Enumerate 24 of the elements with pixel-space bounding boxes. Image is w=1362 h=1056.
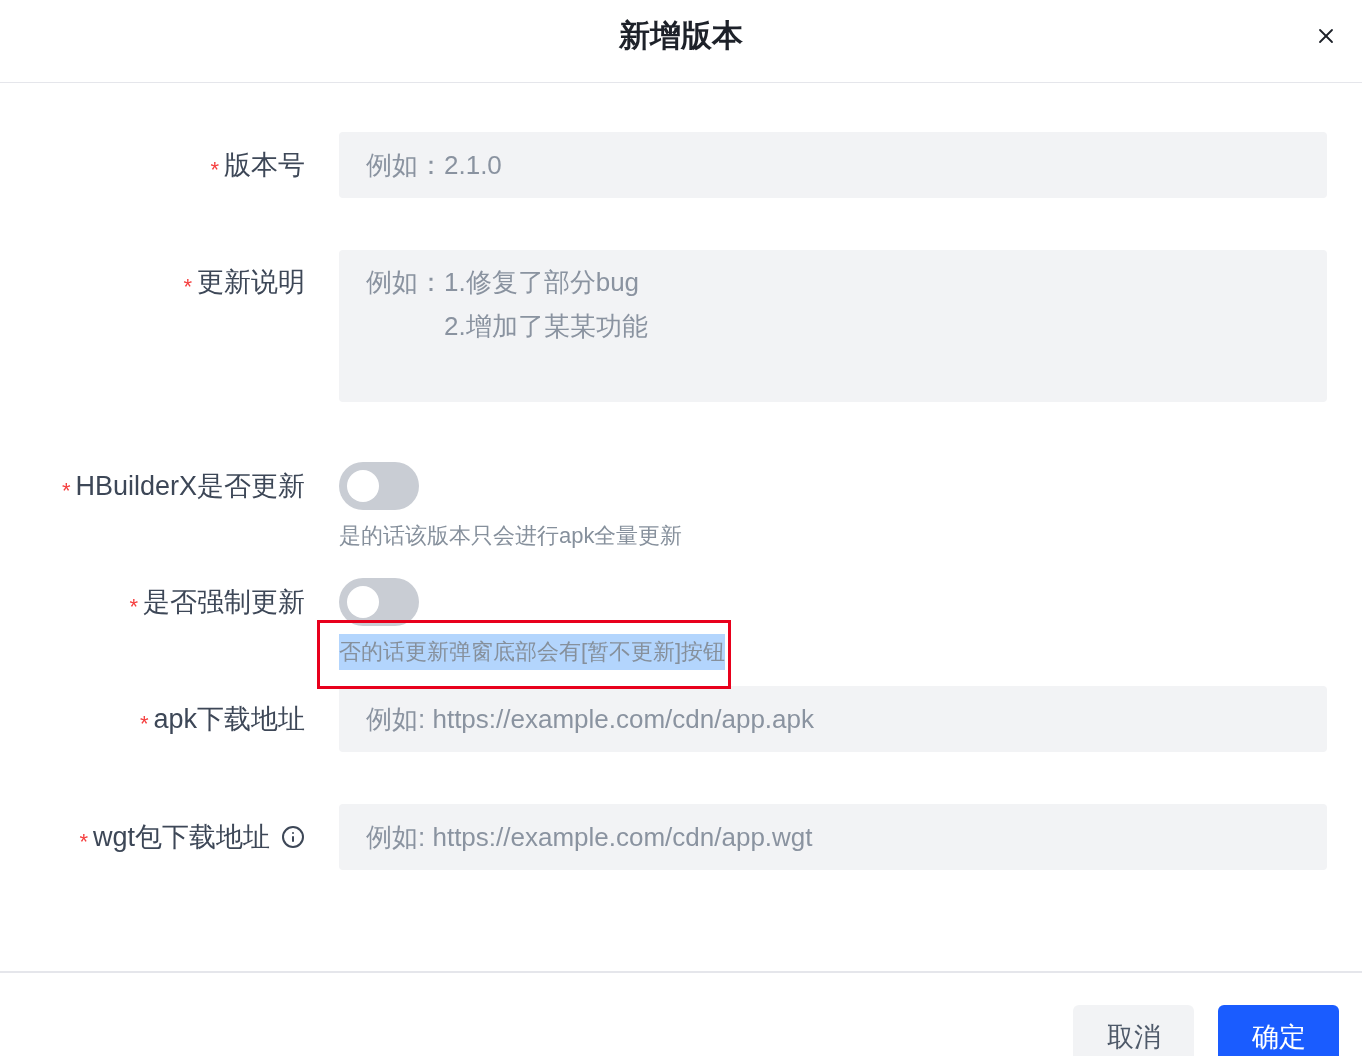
- toggle-switch[interactable]: [339, 462, 419, 510]
- textarea-input[interactable]: 例如：1.修复了部分bug 2.增加了某某功能: [339, 250, 1327, 402]
- dialog-title: 新增版本: [619, 17, 743, 55]
- field-label: 版本号: [224, 149, 305, 182]
- required-asterisk: *: [183, 276, 192, 298]
- required-asterisk: *: [79, 831, 88, 853]
- required-asterisk: *: [61, 480, 71, 502]
- hint-text: 否的话更新弹窗底部会有[暂不更新]按钮: [339, 634, 726, 670]
- text-input[interactable]: 例如: https://example.com/cdn/app.wgt: [339, 804, 1327, 870]
- required-asterisk: *: [210, 159, 219, 181]
- field-label: HBuilderX是否更新: [75, 470, 305, 503]
- toggle-switch[interactable]: [339, 578, 419, 626]
- field-label: 更新说明: [197, 266, 305, 299]
- cancel-button[interactable]: 取消: [1073, 1005, 1194, 1056]
- text-input[interactable]: 例如: https://example.com/cdn/app.apk: [339, 686, 1327, 752]
- info-icon[interactable]: [281, 825, 305, 849]
- hint-text: 是的话该版本只会进行apk全量更新: [339, 522, 683, 550]
- text-input[interactable]: 例如：2.1.0: [339, 132, 1327, 198]
- field-label: wgt包下载地址: [92, 821, 270, 854]
- field-label: 是否强制更新: [143, 586, 305, 619]
- field-label: apk下载地址: [153, 703, 305, 736]
- required-asterisk: *: [129, 596, 138, 618]
- confirm-button[interactable]: 确定: [1218, 1005, 1339, 1056]
- required-asterisk: *: [139, 713, 149, 735]
